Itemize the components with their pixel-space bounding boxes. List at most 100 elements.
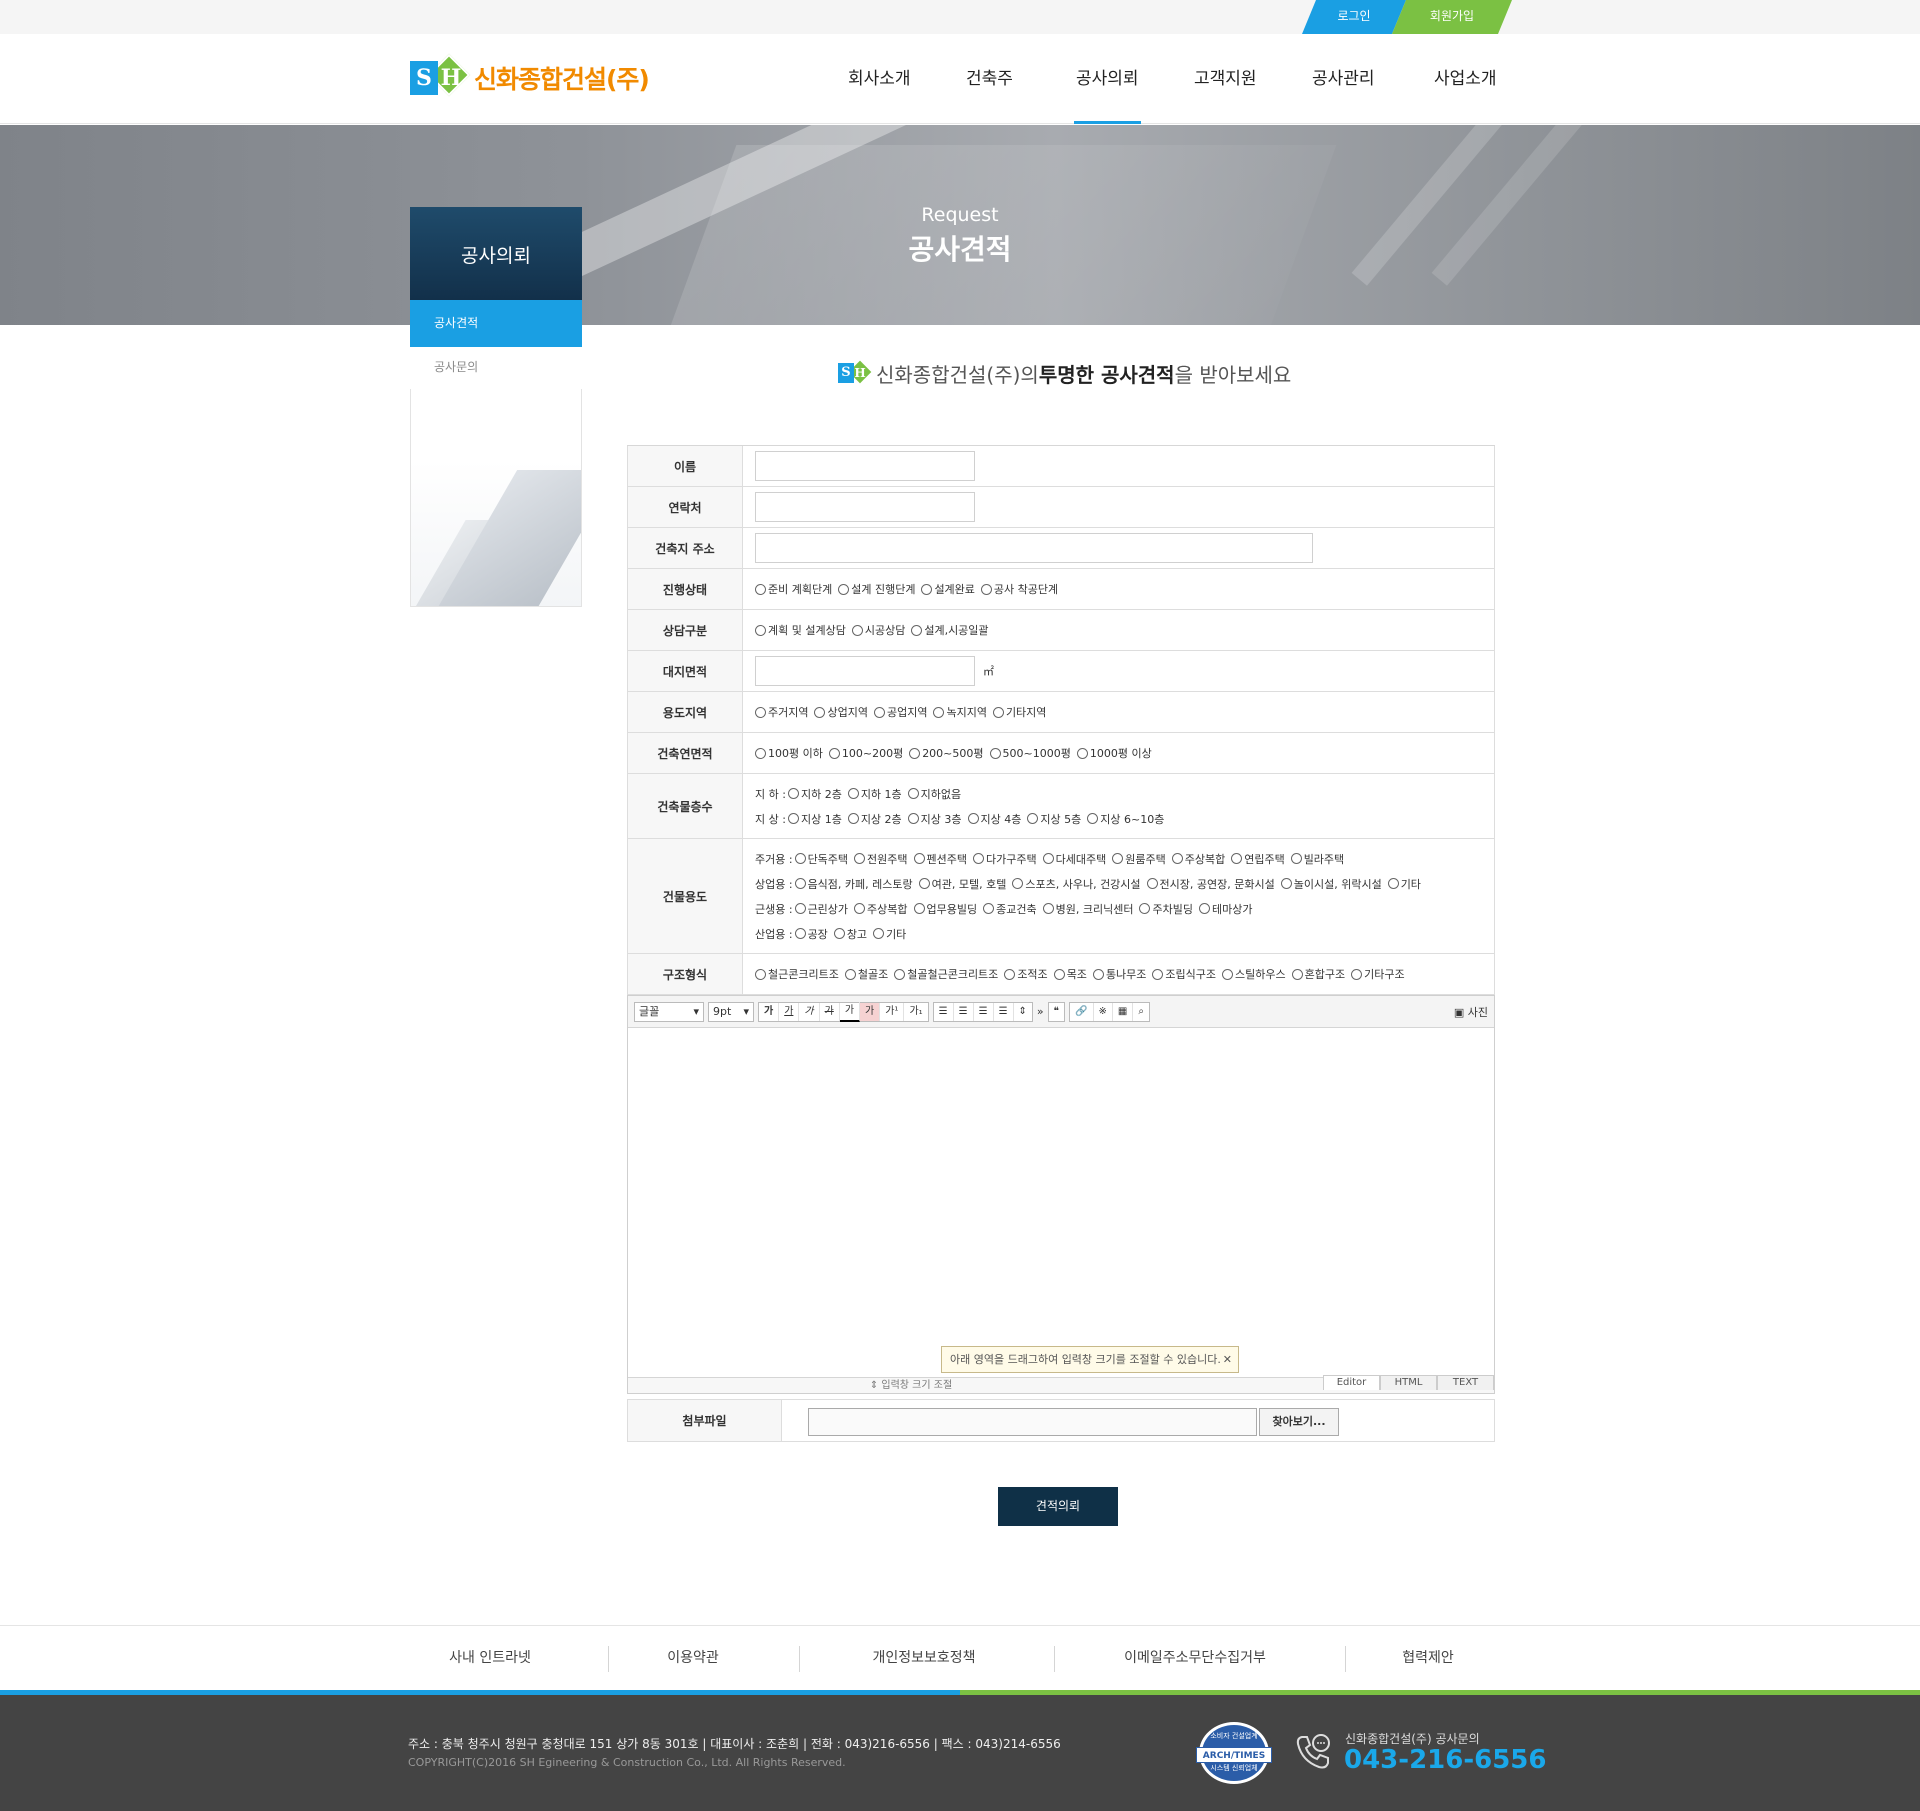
floor-area-option-1[interactable]: 100~200평 [828, 745, 903, 761]
structure-option-4[interactable]: 목조 [1053, 966, 1087, 982]
use-0-option-5[interactable]: 원룸주택 [1112, 851, 1166, 867]
align-left-icon[interactable]: ☰ [934, 1002, 954, 1021]
use-2-option-3[interactable]: 종교건축 [983, 901, 1037, 917]
use-0-option-7[interactable]: 연립주택 [1231, 851, 1285, 867]
consult-option-2[interactable]: 설계,시공일괄 [911, 622, 989, 638]
stories-above-option-0[interactable]: 지상 1층 [787, 811, 842, 827]
use-2-option-4[interactable]: 병원, 크리닉센터 [1042, 901, 1133, 917]
mode-html-tab[interactable]: HTML [1380, 1375, 1437, 1390]
use-0-option-8[interactable]: 빌라주택 [1290, 851, 1344, 867]
mode-editor-tab[interactable]: Editor [1323, 1375, 1380, 1390]
floor-area-option-3[interactable]: 500~1000평 [989, 745, 1071, 761]
zone-option-2[interactable]: 공업지역 [873, 704, 927, 720]
use-1-option-5[interactable]: 기타 [1387, 876, 1421, 892]
use-2-option-5[interactable]: 주차빌딩 [1139, 901, 1193, 917]
structure-option-9[interactable]: 기타구조 [1351, 966, 1405, 982]
use-1-option-0[interactable]: 음식점, 카페, 레스토랑 [794, 876, 913, 892]
nav-company[interactable]: 회사소개 [848, 34, 911, 124]
footer-link-email-refusal[interactable]: 이메일주소무단수집거부 [1100, 1626, 1290, 1692]
footer-link-privacy[interactable]: 개인정보보호정책 [844, 1626, 1004, 1692]
footer-link-intranet[interactable]: 사내 인트라넷 [410, 1626, 570, 1692]
browse-button[interactable]: 찾아보기... [1259, 1408, 1339, 1436]
floor-area-option-0[interactable]: 100평 이하 [755, 745, 823, 761]
stories-above-option-4[interactable]: 지상 5층 [1027, 811, 1081, 827]
stories-above-option-3[interactable]: 지상 4층 [967, 811, 1021, 827]
special-char-icon[interactable]: ※ [1094, 1002, 1113, 1021]
use-1-option-3[interactable]: 전시장, 공연장, 문화시설 [1146, 876, 1275, 892]
contact-input[interactable] [755, 492, 975, 522]
structure-option-7[interactable]: 스틸하우스 [1222, 966, 1286, 982]
progress-option-0[interactable]: 준비 계획단계 [755, 581, 832, 597]
attachment-input[interactable] [808, 1408, 1257, 1436]
footer-link-terms[interactable]: 이용약관 [613, 1626, 773, 1692]
nav-management[interactable]: 공사관리 [1312, 34, 1375, 124]
structure-option-2[interactable]: 철골철근콘크리트조 [894, 966, 998, 982]
use-2-option-1[interactable]: 주상복합 [854, 901, 908, 917]
progress-option-1[interactable]: 설계 진행단계 [838, 581, 915, 597]
mode-text-tab[interactable]: TEXT [1437, 1375, 1494, 1390]
zone-option-4[interactable]: 기타지역 [992, 704, 1046, 720]
editor-content-area[interactable] [628, 1028, 1494, 1377]
nav-business[interactable]: 사업소개 [1434, 34, 1497, 124]
superscript-button[interactable]: 가¹ [880, 1002, 905, 1021]
footer-phone[interactable]: 043-216-6556 [1344, 1745, 1547, 1775]
bg-color-button[interactable]: 가 [860, 1002, 881, 1021]
structure-option-3[interactable]: 조적조 [1004, 966, 1048, 982]
link-icon[interactable]: 🔗 [1070, 1002, 1094, 1021]
font-color-button[interactable]: 가 [839, 1001, 861, 1022]
underline-button[interactable]: 가 [779, 1002, 800, 1021]
floor-area-option-4[interactable]: 1000평 이상 [1076, 745, 1152, 761]
subscript-button[interactable]: 가₁ [904, 1003, 927, 1021]
use-0-option-0[interactable]: 단독주택 [794, 851, 848, 867]
footer-link-partnership[interactable]: 협력제안 [1348, 1626, 1508, 1692]
progress-option-2[interactable]: 설계완료 [921, 581, 975, 597]
align-center-icon[interactable]: ☰ [954, 1002, 974, 1021]
use-1-option-1[interactable]: 여관, 모텔, 호텔 [918, 876, 1006, 892]
nav-owner[interactable]: 건축주 [966, 34, 1013, 124]
structure-option-0[interactable]: 철근콘크리트조 [755, 966, 839, 982]
rich-text-editor[interactable]: 글꼴 ▾ 9pt ▾ 가 가 가 가 가 가 가¹ 가₁ ☰ ☰ ☰ ☰ ⇕ » ❝… [627, 995, 1495, 1394]
use-0-option-4[interactable]: 다세대주택 [1042, 851, 1106, 867]
stories-below-option-0[interactable]: 지하 2층 [787, 786, 842, 802]
stories-below-option-2[interactable]: 지하없음 [907, 786, 961, 802]
side-menu-item-estimate[interactable]: 공사견적 [410, 300, 582, 347]
zone-option-1[interactable]: 상업지역 [814, 704, 868, 720]
close-icon[interactable]: ✕ [1223, 1347, 1232, 1372]
use-0-option-6[interactable]: 주상복합 [1171, 851, 1225, 867]
resize-handle[interactable]: ⇕ 입력창 크기 조절 Editor HTML TEXT [628, 1375, 1494, 1393]
align-justify-icon[interactable]: ☰ [994, 1002, 1014, 1021]
address-input[interactable] [755, 533, 1313, 563]
photo-button[interactable]: ▣ 사진 [1454, 1004, 1488, 1020]
find-icon[interactable]: ⌕ [1133, 1003, 1149, 1021]
use-1-option-2[interactable]: 스포츠, 사우나, 건강시설 [1012, 876, 1141, 892]
login-button[interactable]: 로그인 [1302, 0, 1406, 34]
progress-option-3[interactable]: 공사 착공단계 [980, 581, 1058, 597]
use-2-option-0[interactable]: 근린상가 [794, 901, 848, 917]
use-0-option-3[interactable]: 다가구주택 [973, 851, 1037, 867]
line-height-icon[interactable]: ⇕ [1014, 1003, 1032, 1021]
use-2-option-2[interactable]: 업무용빌딩 [913, 901, 977, 917]
zone-option-3[interactable]: 녹지지역 [933, 704, 987, 720]
join-button[interactable]: 회원가입 [1392, 0, 1512, 34]
submit-estimate-button[interactable]: 견적의뢰 [998, 1487, 1118, 1526]
structure-option-1[interactable]: 철골조 [844, 966, 888, 982]
use-0-option-2[interactable]: 펜션주택 [913, 851, 967, 867]
table-icon[interactable]: ▦ [1113, 1002, 1134, 1021]
stories-above-option-1[interactable]: 지상 2층 [847, 811, 902, 827]
zone-option-0[interactable]: 주거지역 [755, 704, 808, 720]
use-1-option-4[interactable]: 놀이시설, 위락시설 [1280, 876, 1382, 892]
stories-above-option-5[interactable]: 지상 6~10층 [1087, 811, 1164, 827]
align-right-icon[interactable]: ☰ [974, 1002, 994, 1021]
use-2-option-6[interactable]: 테마상가 [1198, 901, 1252, 917]
font-select[interactable]: 글꼴 ▾ [634, 1001, 704, 1022]
strike-button[interactable]: 가 [820, 1002, 840, 1021]
side-menu-item-inquiry[interactable]: 공사문의 [410, 347, 582, 389]
structure-option-5[interactable]: 통나무조 [1092, 966, 1146, 982]
italic-button[interactable]: 가 [799, 1002, 820, 1021]
more-icon[interactable]: » [1037, 1005, 1044, 1018]
use-0-option-1[interactable]: 전원주택 [854, 851, 908, 867]
floor-area-option-2[interactable]: 200~500평 [909, 745, 984, 761]
structure-option-6[interactable]: 조립식구조 [1152, 966, 1216, 982]
stories-below-option-1[interactable]: 지하 1층 [847, 786, 902, 802]
nav-support[interactable]: 고객지원 [1194, 34, 1257, 124]
